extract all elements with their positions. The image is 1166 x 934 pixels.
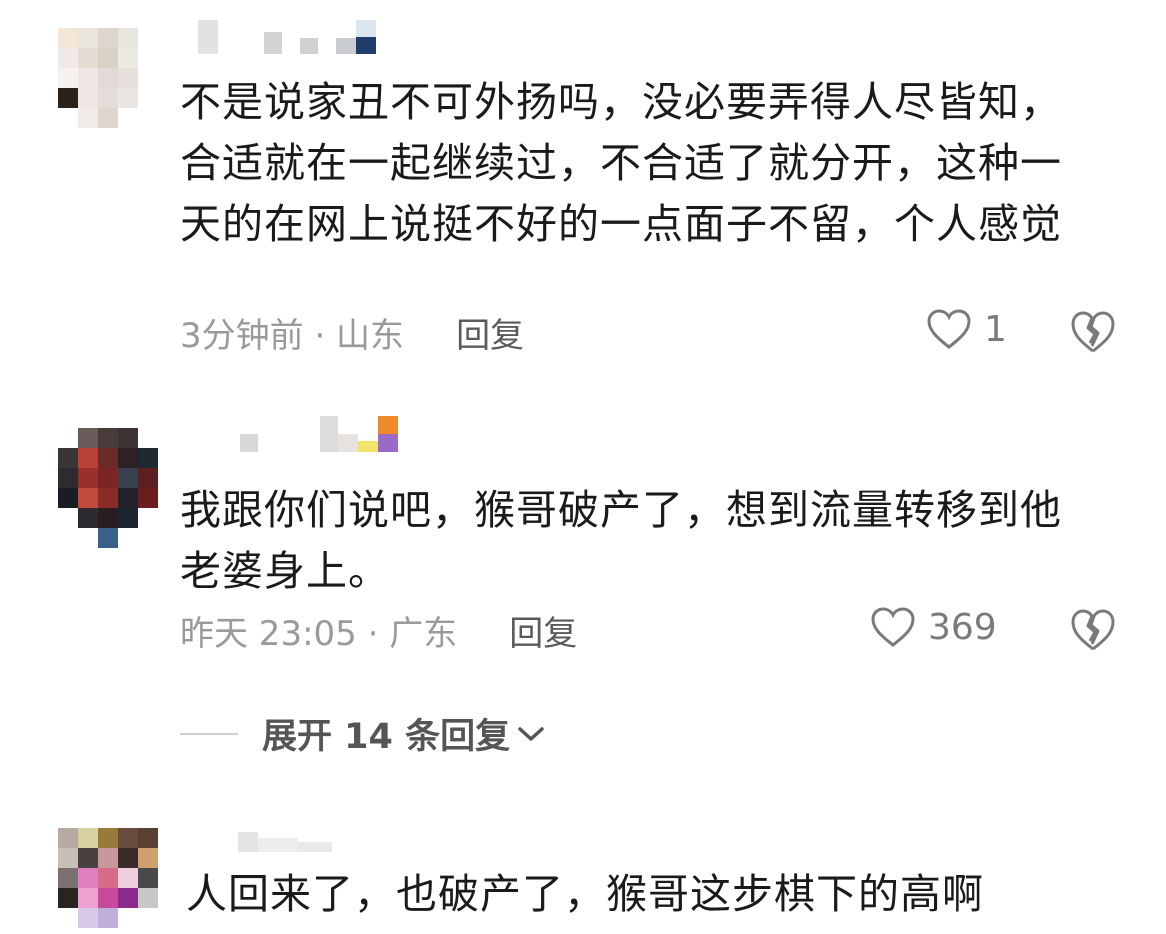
comment-text: 人回来了，也破产了，猴哥这步棋下的高啊 [186, 870, 984, 918]
avatar-badge [98, 528, 118, 548]
broken-heart-icon[interactable] [1070, 608, 1116, 652]
comment-text: 不是说家丑不可外扬吗，没必要弄得人尽皆知，合适就在一起继续过，不合适了就分开，这… [180, 78, 1062, 248]
comment-meta: 3分钟前 · 山东 回复 [180, 308, 524, 356]
chevron-down-icon [518, 726, 544, 741]
reply-button[interactable]: 回复 [509, 606, 577, 655]
username-blurred[interactable] [238, 828, 332, 852]
avatar[interactable] [58, 428, 158, 528]
comment-meta: 昨天 23:05 · 广东 回复 [180, 606, 577, 654]
like-button[interactable]: 1 [926, 308, 1007, 350]
heart-icon [927, 309, 971, 349]
heart-icon [871, 607, 915, 647]
divider-line [180, 732, 238, 735]
time-location: 3分钟前 · 山东 [180, 315, 405, 356]
like-count: 1 [984, 308, 1007, 350]
avatar[interactable] [58, 28, 158, 128]
expand-replies-button[interactable]: 展开 14 条回复 [180, 708, 546, 759]
broken-heart-icon[interactable] [1070, 310, 1116, 354]
avatar[interactable] [58, 828, 158, 928]
time-location: 昨天 23:05 · 广东 [180, 613, 458, 654]
like-button[interactable]: 369 [870, 606, 997, 648]
comment-text: 我跟你们说吧，猴哥破产了，想到流量转移到他老婆身上。 [180, 486, 1062, 595]
username-blurred[interactable] [198, 20, 376, 54]
reply-button[interactable]: 回复 [456, 308, 524, 357]
username-blurred[interactable] [240, 416, 398, 452]
expand-replies-label: 展开 14 条回复 [262, 717, 511, 757]
like-count: 369 [928, 606, 997, 648]
